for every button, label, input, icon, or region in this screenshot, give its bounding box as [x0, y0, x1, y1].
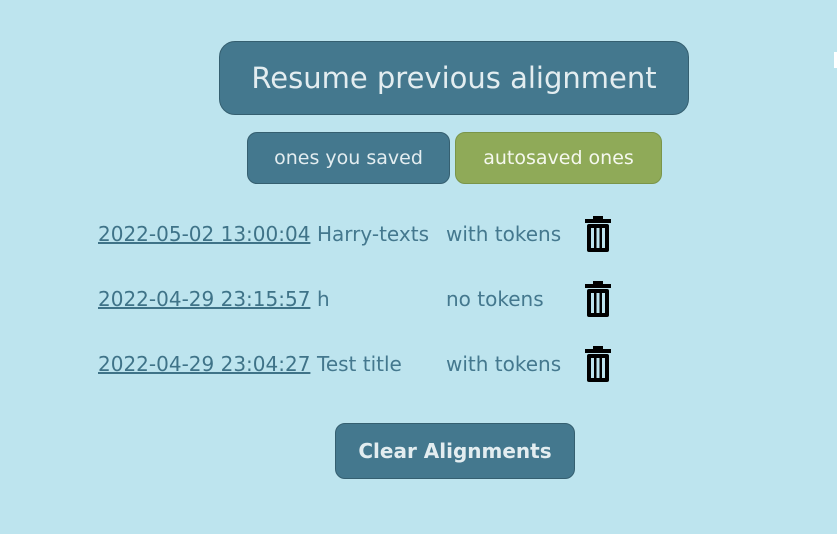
clear-alignments-button[interactable]: Clear Alignments [335, 423, 575, 479]
alignment-row: 2022-05-02 13:00:04 Harry-texts with tok… [0, 214, 837, 254]
page: Resume previous alignment ones you saved… [0, 0, 837, 534]
alignment-date-link[interactable]: 2022-05-02 13:00:04 [98, 222, 310, 246]
tab-saved-label: ones you saved [274, 147, 423, 169]
tab-autosaved-label: autosaved ones [483, 147, 634, 169]
alignment-date-link[interactable]: 2022-04-29 23:04:27 [98, 352, 310, 376]
trash-icon[interactable] [584, 214, 612, 254]
resume-previous-alignment-button[interactable]: Resume previous alignment [219, 41, 689, 115]
alignment-tokens-status: with tokens [446, 222, 562, 246]
tab-ones-you-saved[interactable]: ones you saved [247, 132, 450, 184]
resume-label: Resume previous alignment [251, 61, 657, 95]
alignment-row: 2022-04-29 23:15:57 h no tokens [0, 279, 837, 319]
alignment-tokens-status: with tokens [446, 352, 562, 376]
alignment-row: 2022-04-29 23:04:27 Test title with toke… [0, 344, 837, 384]
clear-alignments-label: Clear Alignments [358, 439, 552, 463]
alignment-title: Test title [317, 352, 402, 376]
alignment-date-link[interactable]: 2022-04-29 23:15:57 [98, 287, 310, 311]
trash-icon[interactable] [584, 279, 612, 319]
trash-icon[interactable] [584, 344, 612, 384]
tab-autosaved-ones[interactable]: autosaved ones [455, 132, 662, 184]
alignment-title: h [317, 287, 330, 311]
alignment-title: Harry-texts [317, 222, 429, 246]
alignment-tokens-status: no tokens [446, 287, 544, 311]
